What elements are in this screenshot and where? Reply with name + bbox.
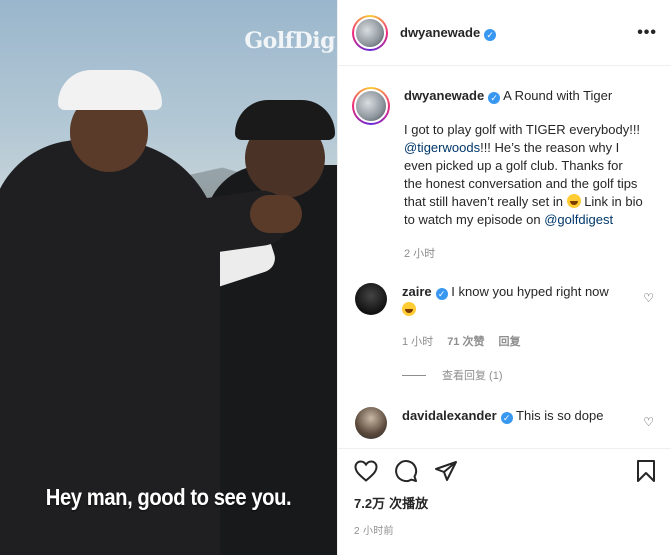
bookmark-icon[interactable] — [636, 459, 656, 483]
view-count-label: 次播放 — [389, 496, 429, 511]
comment-likes[interactable]: 71 次赞 — [447, 333, 484, 351]
video-watermark: GolfDig — [244, 28, 335, 54]
header-username-text[interactable]: dwyanewade — [400, 25, 480, 40]
comment-meta: 1 小时 71 次赞 回复 — [402, 333, 622, 351]
caption-username[interactable]: dwyanewade — [404, 88, 484, 103]
comment-body: zaire ✓ I know you hyped right now 1 小时 7… — [402, 283, 622, 351]
commenter-avatar[interactable] — [355, 283, 387, 315]
comment-username[interactable]: zaire — [402, 284, 432, 299]
comment-reply-button[interactable]: 回复 — [498, 333, 520, 351]
caption-time[interactable]: 2 小时 — [404, 245, 644, 261]
comment-username[interactable]: davidalexander — [402, 408, 497, 423]
like-heart-icon[interactable] — [354, 460, 378, 482]
caption-title: A Round with Tiger — [503, 88, 613, 103]
post-actions-bar: 7.2万 次播放 2 小时前 — [338, 448, 671, 537]
comment-bubble-icon[interactable] — [394, 459, 418, 483]
post-side-panel: dwyanewade ✓ ••• dwyanewade ✓ A Round with… — [337, 0, 671, 555]
laughing-emoji-icon — [402, 302, 416, 316]
replies-divider-line — [402, 374, 426, 376]
comment-item: zaire ✓ I know you hyped right now 1 小时 7… — [352, 283, 656, 351]
view-replies-button[interactable]: 查看回复 (1) — [402, 367, 656, 383]
instagram-post-view: GolfDig Hey man, good to see you. dwyane… — [0, 0, 671, 555]
mention-link[interactable]: @tigerwoods — [404, 140, 480, 155]
caption-text: I got to play golf with TIGER everybody!… — [404, 121, 644, 229]
verified-icon: ✓ — [488, 92, 501, 104]
caption-text-part: I got to play golf with TIGER everybody!… — [404, 122, 641, 137]
mention-link[interactable]: @golfdigest — [544, 212, 613, 227]
avatar-image — [354, 16, 386, 49]
avatar[interactable] — [352, 14, 388, 51]
post-video[interactable]: GolfDig Hey man, good to see you. — [0, 0, 337, 555]
comment-text-line: davidalexander ✓ This is so dope — [402, 407, 622, 425]
view-count[interactable]: 7.2万 次播放 — [354, 493, 656, 512]
video-figure — [58, 70, 162, 110]
comment-like-heart-icon[interactable]: ♡ — [643, 415, 654, 429]
video-figure — [235, 100, 335, 140]
more-options-icon[interactable]: ••• — [637, 24, 657, 42]
comment-time[interactable]: 1 小时 — [402, 333, 433, 351]
comment-text: I know you hyped right now — [451, 284, 609, 299]
view-replies-label[interactable]: 查看回复 (1) — [442, 367, 503, 383]
comments-section[interactable]: dwyanewade ✓ A Round with Tiger I got to … — [338, 67, 671, 448]
caption-body: dwyanewade ✓ A Round with Tiger I got to … — [404, 87, 644, 261]
share-paper-plane-icon[interactable] — [434, 459, 458, 483]
commenter-avatar[interactable] — [355, 407, 387, 439]
verified-icon: ✓ — [500, 412, 513, 424]
post-header: dwyanewade ✓ ••• — [338, 0, 671, 66]
avatar-image — [354, 89, 388, 123]
action-icons — [354, 449, 656, 493]
verified-icon: ✓ — [484, 28, 497, 41]
comment-body: davidalexander ✓ This is so dope — [402, 407, 622, 439]
caption-header: dwyanewade ✓ A Round with Tiger — [404, 87, 644, 105]
header-username[interactable]: dwyanewade ✓ — [400, 25, 497, 41]
comment-like-heart-icon[interactable]: ♡ — [643, 291, 654, 305]
video-subtitle: Hey man, good to see you. — [45, 484, 292, 510]
verified-icon: ✓ — [435, 288, 448, 300]
comment-text: This is so dope — [516, 408, 604, 423]
comment-item: davidalexander ✓ This is so dope ♡ — [352, 407, 656, 439]
laughing-emoji-icon — [566, 194, 581, 208]
view-count-number: 7.2万 — [354, 496, 386, 511]
video-figure — [250, 195, 302, 233]
post-timestamp[interactable]: 2 小时前 — [354, 522, 656, 537]
caption-avatar[interactable] — [352, 87, 390, 125]
post-caption: dwyanewade ✓ A Round with Tiger I got to … — [352, 87, 656, 261]
comment-text-line: zaire ✓ I know you hyped right now — [402, 283, 622, 319]
